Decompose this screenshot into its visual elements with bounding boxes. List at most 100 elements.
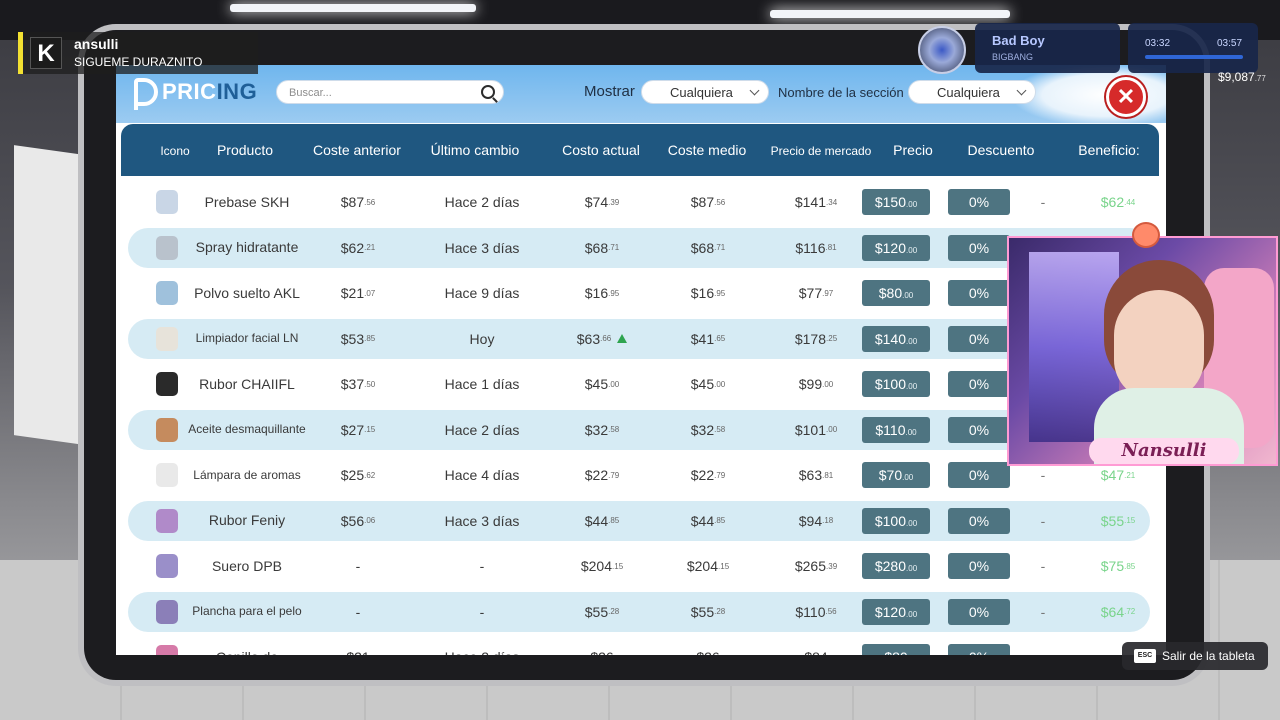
streamer-subtitle: SIGUEME DURAZNITO <box>74 55 203 69</box>
price-button[interactable]: $70.00 <box>862 462 930 488</box>
price-cents: .85 <box>1124 561 1136 571</box>
price-value: $265 <box>794 558 827 574</box>
column-header[interactable]: Coste anterior <box>297 142 417 158</box>
price-value: $75 <box>1100 558 1125 574</box>
price-cents: .00 <box>608 379 620 389</box>
table-row[interactable]: Rubor Feniy $56.06 Hace 3 días $44.85 $44.85… <box>128 500 1150 541</box>
discount-button[interactable]: 0% <box>948 371 1010 397</box>
column-header[interactable]: Beneficio: <box>1069 142 1149 158</box>
last-change: Hace 3 días <box>444 239 520 256</box>
price-button[interactable]: $140.00 <box>862 325 930 352</box>
table-row[interactable]: Plancha para el pelo - - $55.28 $55.28 $110.5… <box>128 591 1150 632</box>
logo-text-accent: ING <box>216 79 258 104</box>
table-row[interactable]: Rubor CHAIIFL $37.50 Hace 1 días $45.00 $45.… <box>128 364 1150 404</box>
discount-button[interactable]: 0% <box>948 507 1010 534</box>
discount-button[interactable]: 0% <box>948 462 1010 488</box>
money-cents: .77 <box>1254 74 1266 83</box>
search-box[interactable] <box>276 80 504 104</box>
previous-cost: - <box>298 592 418 632</box>
table-row[interactable]: Polvo suelto AKL $21.07 Hace 9 días $16.95 $… <box>128 273 1150 313</box>
price-value: $87 <box>340 194 365 210</box>
last-change: Hoy <box>469 330 495 347</box>
price-value: $77 <box>798 285 823 301</box>
close-button[interactable]: ✕ <box>1106 77 1146 117</box>
discount-button[interactable]: 0% <box>948 644 1010 655</box>
price-button[interactable]: $120.00 <box>862 234 930 261</box>
column-header[interactable]: Precio <box>883 142 943 158</box>
price-cents: .00 <box>906 518 918 528</box>
product-name: Cepillo de <box>182 637 312 655</box>
current-cost: $32.58 <box>552 410 652 450</box>
table-row[interactable]: Lámpara de aromas $25.62 Hace 4 días $22.79… <box>128 455 1150 495</box>
price-button[interactable]: $120.00 <box>862 598 930 625</box>
previous-cost: $21 <box>298 637 418 655</box>
price-value: $74 <box>584 194 609 210</box>
discount-button[interactable]: 0% <box>948 189 1010 215</box>
exit-tablet-hint[interactable]: ESC Salir de la tableta <box>1122 642 1268 670</box>
price-cents: .56 <box>825 607 837 616</box>
column-header[interactable]: Producto <box>185 142 305 158</box>
average-cost: $32.58 <box>658 410 758 450</box>
price-cents: .00 <box>906 609 918 619</box>
price-cents: .66 <box>600 334 612 343</box>
table-row[interactable]: Prebase SKH $87.56 Hace 2 días $74.39 $87.56… <box>128 182 1150 222</box>
price-value: $47 <box>1100 467 1125 483</box>
price-cents: .21 <box>364 243 376 252</box>
price-cents: .95 <box>608 288 620 298</box>
product-icon <box>156 599 178 624</box>
price-value: $64 <box>1100 603 1125 620</box>
discount-button[interactable]: 0% <box>948 325 1010 352</box>
price-cents: .00 <box>906 336 918 346</box>
price-button[interactable]: $100.00 <box>862 507 930 534</box>
table-row[interactable]: Cepillo de $21 Hace 2 días $26 $26 $84 $80 0% <box>128 637 1150 655</box>
show-filter-select[interactable]: Cualquiera <box>641 80 769 104</box>
table-row[interactable]: Limpiador facial LN $53.85 Hoy $63.66 $41.65… <box>128 318 1150 359</box>
price-value: $32 <box>584 421 609 438</box>
section-filter-value: Cualquiera <box>937 85 1000 100</box>
price-button[interactable]: $110.00 <box>862 416 930 443</box>
price-button[interactable]: $150.00 <box>862 189 930 215</box>
price-value: $26 <box>590 649 613 655</box>
discount-button[interactable]: 0% <box>948 553 1010 579</box>
column-header[interactable]: Precio de mercado <box>761 144 881 158</box>
price-value: $150 <box>874 194 907 210</box>
table-row[interactable]: Spray hidratante $62.21 Hace 3 días $68.71 $… <box>128 227 1150 268</box>
price-button[interactable]: $100.00 <box>862 371 930 397</box>
market-price: $99.00 <box>756 364 876 404</box>
discount-button[interactable]: 0% <box>948 598 1010 625</box>
price-button[interactable]: $80.00 <box>862 280 930 306</box>
section-filter-select[interactable]: Cualquiera <box>908 80 1036 104</box>
column-header[interactable]: Coste medio <box>657 142 757 158</box>
profit-value: $64.72 <box>1078 592 1158 632</box>
previous-cost: $25.62 <box>298 455 418 495</box>
discount-button[interactable]: 0% <box>948 234 1010 261</box>
price-value: $55 <box>1100 512 1125 529</box>
price-cents: .25 <box>826 334 838 343</box>
price-value: $16 <box>690 285 715 301</box>
price-value: $204 <box>580 558 613 574</box>
dash-separator <box>1028 637 1058 655</box>
discount-button[interactable]: 0% <box>948 416 1010 443</box>
column-header[interactable]: Descuento <box>961 142 1041 158</box>
price-value: $99 <box>798 376 823 392</box>
product-name: Spray hidratante <box>195 239 299 255</box>
last-change: Hace 2 días <box>444 194 520 210</box>
last-change: Hace 3 días <box>444 512 520 529</box>
search-input[interactable] <box>289 85 469 101</box>
previous-cost: $87.56 <box>298 182 418 222</box>
product-icon <box>156 508 178 533</box>
column-header[interactable]: Último cambio <box>417 142 533 158</box>
search-icon[interactable] <box>481 85 495 99</box>
price-cents: .79 <box>714 470 726 480</box>
price-button[interactable]: $80 <box>862 644 930 655</box>
column-header[interactable]: Costo actual <box>551 142 651 158</box>
last-change: Hace 9 días <box>444 285 520 301</box>
price-value: $68 <box>584 239 609 256</box>
table-row[interactable]: Suero DPB - - $204.15 $204.15 $265.39 $280.00 0… <box>128 546 1150 586</box>
table-row[interactable]: Aceite desmaquillante $27.15 Hace 2 días $3… <box>128 409 1150 450</box>
market-price: $178.25 <box>756 319 876 359</box>
discount-button[interactable]: 0% <box>948 280 1010 306</box>
price-button[interactable]: $280.00 <box>862 553 930 579</box>
last-change: - <box>479 603 485 620</box>
price-cents: .72 <box>1124 607 1136 616</box>
